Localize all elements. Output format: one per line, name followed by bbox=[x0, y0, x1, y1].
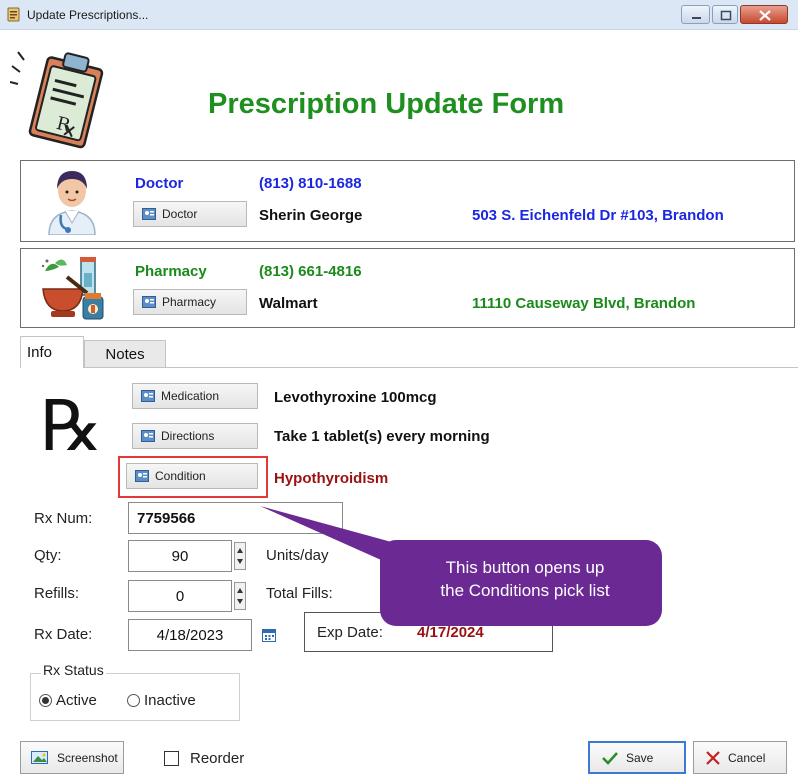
condition-value: Hypothyroidism bbox=[274, 470, 389, 487]
title-bar: Update Prescriptions... bbox=[0, 0, 798, 30]
address-book-icon bbox=[141, 430, 155, 442]
doctor-phone: (813) 810-1688 bbox=[259, 175, 362, 192]
reorder-checkbox[interactable] bbox=[164, 751, 179, 766]
pharmacy-panel: Pharmacy (813) 661-4816 Pharmacy Walmart… bbox=[20, 248, 795, 328]
status-inactive-label: Inactive bbox=[144, 692, 196, 709]
doctor-address: 503 S. Eichenfeld Dr #103, Brandon bbox=[472, 207, 724, 224]
address-book-icon bbox=[141, 390, 155, 402]
clipboard-prescription-icon: R bbox=[10, 51, 104, 149]
refills-spinner-icon[interactable] bbox=[234, 582, 246, 610]
doctor-section-label: Doctor bbox=[135, 175, 184, 192]
directions-button-label: Directions bbox=[161, 429, 215, 443]
pharmacy-button[interactable]: Pharmacy bbox=[133, 289, 247, 315]
cancel-button[interactable]: Cancel bbox=[693, 741, 787, 774]
rx-date-input[interactable]: 4/18/2023 bbox=[128, 619, 252, 651]
pharmacy-mortar-icon bbox=[41, 257, 104, 320]
doctor-name: Sherin George bbox=[259, 207, 363, 224]
cancel-button-label: Cancel bbox=[728, 750, 766, 765]
checkmark-icon bbox=[602, 751, 618, 765]
pharmacy-name: Walmart bbox=[259, 295, 318, 312]
screenshot-button-label: Screenshot bbox=[57, 750, 118, 765]
pharmacy-phone: (813) 661-4816 bbox=[259, 263, 362, 280]
reorder-label: Reorder bbox=[190, 750, 245, 767]
close-button[interactable] bbox=[740, 5, 788, 24]
directions-button[interactable]: Directions bbox=[132, 423, 258, 449]
close-icon bbox=[759, 10, 771, 21]
app-icon bbox=[7, 7, 20, 22]
minimize-button[interactable] bbox=[681, 5, 710, 24]
rx-status-group: Rx Status Active Inactive bbox=[30, 662, 240, 721]
pharmacy-address: 11110 Causeway Blvd, Brandon bbox=[472, 295, 696, 312]
tab-info[interactable]: Info bbox=[20, 336, 84, 368]
window-title: Update Prescriptions... bbox=[27, 8, 149, 22]
pharmacy-button-label: Pharmacy bbox=[162, 295, 217, 309]
medication-button[interactable]: Medication bbox=[132, 383, 258, 409]
save-button[interactable]: Save bbox=[588, 741, 686, 774]
form-title: Prescription Update Form bbox=[208, 88, 565, 120]
qty-label: Qty: bbox=[34, 547, 62, 564]
qty-input[interactable]: 90 bbox=[128, 540, 232, 572]
maximize-button[interactable] bbox=[712, 5, 738, 24]
status-active-radio[interactable]: Active bbox=[39, 692, 97, 709]
maximize-icon bbox=[720, 10, 732, 21]
doctor-avatar-icon bbox=[48, 171, 96, 235]
doctor-button-label: Doctor bbox=[162, 207, 198, 221]
qty-spinner-icon[interactable] bbox=[234, 542, 246, 570]
callout-line-1: This button opens up bbox=[445, 558, 605, 577]
tab-notes[interactable]: Notes bbox=[84, 340, 166, 368]
pharmacy-section-label: Pharmacy bbox=[135, 263, 207, 280]
rx-num-label: Rx Num: bbox=[34, 510, 93, 527]
refills-input[interactable]: 0 bbox=[128, 580, 232, 612]
minimize-icon bbox=[692, 17, 701, 19]
medication-value: Levothyroxine 100mcg bbox=[274, 389, 437, 406]
screenshot-button[interactable]: Screenshot bbox=[20, 741, 124, 774]
directions-value: Take 1 tablet(s) every morning bbox=[274, 428, 490, 445]
rx-symbol: ℞ bbox=[40, 385, 103, 467]
radio-unselected-icon bbox=[127, 694, 140, 707]
callout-line-2: the Conditions pick list bbox=[440, 581, 610, 600]
doctor-panel: Doctor (813) 810-1688 Doctor Sherin Geor… bbox=[20, 160, 795, 242]
refills-label: Refills: bbox=[34, 585, 80, 602]
rx-status-label: Rx Status bbox=[41, 662, 106, 678]
doctor-button[interactable]: Doctor bbox=[133, 201, 247, 227]
screenshot-icon bbox=[31, 750, 48, 764]
condition-highlight-box bbox=[118, 456, 268, 498]
update-prescriptions-window: Update Prescriptions... R Prescription U… bbox=[0, 0, 798, 776]
save-button-label: Save bbox=[626, 750, 654, 765]
rx-date-label: Rx Date: bbox=[34, 626, 93, 643]
medication-button-label: Medication bbox=[161, 389, 220, 403]
status-inactive-radio[interactable]: Inactive bbox=[127, 692, 196, 709]
radio-selected-icon bbox=[39, 694, 52, 707]
status-active-label: Active bbox=[56, 692, 97, 709]
calendar-icon[interactable] bbox=[262, 628, 276, 642]
callout-text: This button opens up the Conditions pick… bbox=[390, 556, 660, 602]
cancel-x-icon bbox=[706, 750, 720, 765]
address-book-icon bbox=[142, 296, 156, 308]
address-book-icon bbox=[142, 208, 156, 220]
